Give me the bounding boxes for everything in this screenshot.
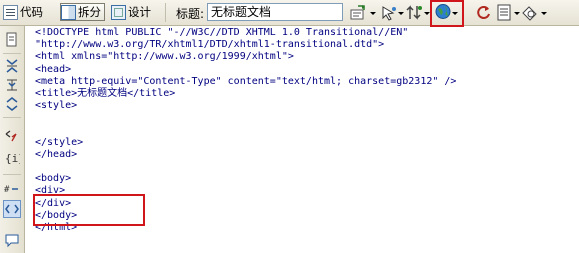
code-line: </body> xyxy=(35,209,78,221)
code-line: <title>无标题文档</title> xyxy=(35,87,176,99)
select-parent-tag-icon[interactable] xyxy=(4,128,20,144)
line-numbers-icon[interactable]: # xyxy=(4,181,20,197)
file-management-icon[interactable] xyxy=(350,4,368,21)
preview-caret-icon[interactable] xyxy=(398,12,404,15)
refresh-icon[interactable] xyxy=(475,4,493,21)
document-toolbar: 代码 拆分 设计 标题: 无标题文档 xyxy=(0,0,579,27)
code-line: "http://www.w3.org/TR/xhtml1/DTD/xhtml1-… xyxy=(35,39,385,51)
file-management-caret-icon[interactable] xyxy=(370,12,376,15)
debug-icon[interactable] xyxy=(405,4,423,21)
svg-text:#: # xyxy=(4,185,10,195)
design-view-button[interactable]: 设计 xyxy=(111,3,151,21)
code-line: <meta http-equiv="Content-Type" content=… xyxy=(35,75,457,87)
gutter-separator xyxy=(3,174,21,175)
view-options-caret-icon[interactable] xyxy=(514,12,520,15)
preview-icon[interactable] xyxy=(380,4,398,21)
collapse-selection-icon[interactable] xyxy=(4,77,20,93)
globe-preview-icon[interactable] xyxy=(434,3,452,20)
collapse-full-tag-icon[interactable] xyxy=(4,58,20,74)
code-line: </html> xyxy=(35,222,78,233)
code-view-button[interactable]: 代码 xyxy=(3,3,43,21)
code-line: </style> xyxy=(35,136,84,148)
visual-aids-icon[interactable] xyxy=(521,4,539,21)
highlight-invalid-code-button[interactable] xyxy=(3,200,21,218)
svg-text:{i}: {i} xyxy=(5,152,20,165)
visual-aids-caret-icon[interactable] xyxy=(541,12,547,15)
design-view-icon xyxy=(111,4,126,20)
code-line: </div> xyxy=(35,197,72,209)
title-label: 标题: xyxy=(176,7,205,21)
code-line: <head> xyxy=(35,63,72,75)
toolbar-separator xyxy=(165,3,166,22)
split-view-icon xyxy=(61,4,76,20)
open-documents-icon[interactable] xyxy=(4,32,20,48)
code-line: <html xmlns="http://www.w3.org/1999/xhtm… xyxy=(35,51,294,63)
code-editor[interactable]: <!DOCTYPE html PUBLIC "-//W3C//DTD XHTML… xyxy=(35,27,579,234)
code-line: <body> xyxy=(35,173,72,185)
code-line: <div> xyxy=(35,185,66,197)
gutter-separator xyxy=(3,117,21,118)
design-view-label: 设计 xyxy=(128,5,151,19)
debug-caret-icon[interactable] xyxy=(424,12,430,15)
gutter-separator xyxy=(3,53,21,54)
code-line: <style> xyxy=(35,100,78,112)
split-view-label: 拆分 xyxy=(78,5,101,19)
apply-comment-icon[interactable] xyxy=(4,232,20,248)
balance-braces-icon[interactable]: {i} xyxy=(4,150,20,166)
title-input[interactable]: 无标题文档 xyxy=(207,3,343,21)
globe-preview-caret-icon[interactable] xyxy=(452,12,458,15)
code-line: <!DOCTYPE html PUBLIC "-//W3C//DTD XHTML… xyxy=(35,27,409,38)
code-line: </head> xyxy=(35,148,78,160)
highlight-invalid-code-icon xyxy=(5,204,19,214)
coding-toolbar: {i} # xyxy=(0,26,25,253)
view-options-icon[interactable] xyxy=(496,4,514,21)
code-view-icon xyxy=(3,4,18,20)
expand-all-icon[interactable] xyxy=(4,96,20,112)
code-view-label: 代码 xyxy=(20,5,43,19)
split-view-button[interactable]: 拆分 xyxy=(60,3,105,21)
